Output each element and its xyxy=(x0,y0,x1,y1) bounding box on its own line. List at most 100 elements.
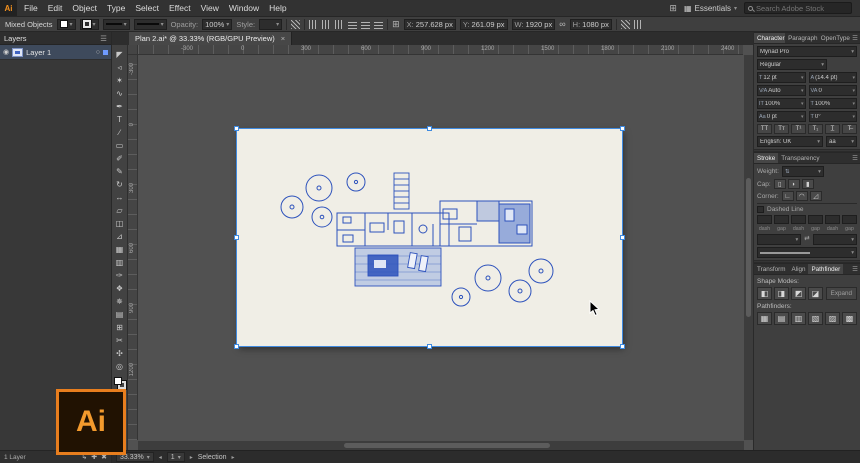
zoom-tool[interactable]: ◎ xyxy=(112,360,127,373)
tab-align[interactable]: Align xyxy=(788,264,808,274)
menu-edit[interactable]: Edit xyxy=(43,3,68,13)
style-dropdown[interactable]: ▾ xyxy=(259,18,283,30)
width-tool[interactable]: ↔ xyxy=(112,191,127,204)
menu-effect[interactable]: Effect xyxy=(164,3,196,13)
small-caps-button[interactable]: Tᴛ xyxy=(774,124,789,134)
constrain-proportions-icon[interactable]: ∞ xyxy=(559,19,565,29)
brush-definition-dropdown[interactable]: ▾ xyxy=(133,18,167,30)
align-left-icon[interactable] xyxy=(309,19,319,29)
menu-window[interactable]: Window xyxy=(224,3,264,13)
stroke-weight-stepper[interactable]: ⇅ ▾ xyxy=(781,166,824,177)
scrollbar-thumb[interactable] xyxy=(344,443,551,448)
panel-menu-icon[interactable]: ☰ xyxy=(850,264,860,274)
stepper-arrows-icon[interactable]: ⇅ xyxy=(785,169,790,175)
tab-character[interactable]: Character xyxy=(754,33,786,43)
font-style-select[interactable]: Regular ▾ xyxy=(757,59,827,70)
dash-input[interactable] xyxy=(791,215,806,224)
artboard-tool[interactable]: ⊞ xyxy=(112,321,127,334)
arrowhead-end-select[interactable]: ▾ xyxy=(812,234,858,245)
slice-tool[interactable]: ✂ xyxy=(112,334,127,347)
scrollbar-thumb[interactable] xyxy=(746,178,751,317)
layer-row[interactable]: ◉ Layer 1 ○ xyxy=(0,45,111,60)
symbol-sprayer-tool[interactable]: ✵ xyxy=(112,295,127,308)
layer-name[interactable]: Layer 1 xyxy=(26,48,51,57)
horizontal-scrollbar[interactable] xyxy=(138,441,744,450)
transform-panel-icon[interactable] xyxy=(620,19,630,29)
stroke-color-dropdown[interactable]: ▾ xyxy=(79,18,99,30)
outline-button[interactable]: ▨ xyxy=(825,312,840,325)
column-graph-tool[interactable]: ▤ xyxy=(112,308,127,321)
butt-cap-button[interactable]: ▯ xyxy=(773,179,786,189)
arrange-documents-icon[interactable]: ⊞ xyxy=(669,3,677,14)
opacity-field[interactable]: 100% ▾ xyxy=(202,18,233,30)
minus-front-button[interactable]: ◨ xyxy=(774,287,789,300)
superscript-button[interactable]: T¹ xyxy=(791,124,806,134)
height-field[interactable]: H: 1080 px xyxy=(569,18,612,30)
pencil-tool[interactable]: ✎ xyxy=(112,165,127,178)
round-cap-button[interactable]: ◗ xyxy=(787,179,800,189)
align-center-icon[interactable] xyxy=(322,19,332,29)
tab-transparency[interactable]: Transparency xyxy=(778,153,822,163)
document-tab[interactable]: Plan 2.ai* @ 33.33% (RGB/GPU Preview) × xyxy=(129,32,293,45)
trim-button[interactable]: ▤ xyxy=(774,312,789,325)
anti-alias-select[interactable]: aa ▾ xyxy=(826,136,857,147)
layers-panel-header[interactable]: Layers ☰ xyxy=(0,32,111,45)
tab-transform[interactable]: Transform xyxy=(754,264,788,274)
align-bottom-icon[interactable] xyxy=(374,19,384,29)
eyedropper-tool[interactable]: ✑ xyxy=(112,269,127,282)
dashed-line-checkbox[interactable] xyxy=(757,206,764,213)
font-size-field[interactable]: T 12 pt ▾ xyxy=(757,72,806,83)
status-menu-icon[interactable]: ▸ xyxy=(232,454,235,461)
menu-view[interactable]: View xyxy=(196,3,224,13)
blend-tool[interactable]: ❖ xyxy=(112,282,127,295)
direct-selection-tool[interactable]: ◃ xyxy=(112,61,127,74)
illustrator-app-icon[interactable]: Ai xyxy=(0,0,17,16)
bevel-join-button[interactable]: ◿ xyxy=(809,191,822,201)
artboard[interactable] xyxy=(237,129,622,346)
expand-button[interactable]: Expand xyxy=(825,287,857,300)
menu-object[interactable]: Object xyxy=(67,3,102,13)
next-artboard-icon[interactable]: ▸ xyxy=(190,454,193,461)
type-tool[interactable]: T xyxy=(112,113,127,126)
ruler-origin-corner[interactable] xyxy=(128,45,138,55)
workspace-switcher[interactable]: ▦ Essentials ▾ xyxy=(684,4,737,13)
x-position-field[interactable]: X: 257.628 px xyxy=(403,18,456,30)
menu-help[interactable]: Help xyxy=(264,3,291,13)
search-input[interactable] xyxy=(756,3,848,13)
dash-input[interactable] xyxy=(808,215,823,224)
dash-input[interactable] xyxy=(774,215,789,224)
tracking-field[interactable]: VA 0 ▾ xyxy=(808,85,857,96)
paintbrush-tool[interactable]: ✐ xyxy=(112,152,127,165)
artboard-navigation-select[interactable]: 1 ▾ xyxy=(166,452,185,462)
align-right-icon[interactable] xyxy=(335,19,345,29)
tab-stroke[interactable]: Stroke xyxy=(754,153,779,163)
lasso-tool[interactable]: ∿ xyxy=(112,87,127,100)
miter-join-button[interactable]: ∟ xyxy=(781,191,794,201)
panel-menu-icon[interactable]: ☰ xyxy=(850,153,860,163)
width-field[interactable]: W: 1920 px xyxy=(511,18,556,30)
merge-button[interactable]: ▥ xyxy=(791,312,806,325)
horizontal-scale-field[interactable]: T 100% ▾ xyxy=(808,98,857,109)
swap-arrowheads-icon[interactable]: ⇄ xyxy=(804,234,809,245)
fill-proxy[interactable] xyxy=(113,377,122,385)
dash-input[interactable] xyxy=(757,215,772,224)
baseline-shift-field[interactable]: Aa 0 pt ▾ xyxy=(757,111,806,122)
perspective-grid-tool[interactable]: ⊿ xyxy=(112,230,127,243)
line-segment-tool[interactable]: ∕ xyxy=(112,126,127,139)
stroke-weight-dropdown[interactable]: ▾ xyxy=(102,18,130,30)
close-tab-icon[interactable]: × xyxy=(281,34,285,43)
panel-menu-icon[interactable]: ☰ xyxy=(850,33,860,43)
reference-point-icon[interactable]: ⊞ xyxy=(392,19,400,30)
tab-opentype[interactable]: OpenType xyxy=(818,33,850,43)
ruler-top[interactable]: -300 0 300 600 900 1200 1500 1800 2100 2400 xyxy=(138,45,743,55)
ruler-left[interactable]: -300 0 300 600 900 1200 xyxy=(128,55,138,440)
magic-wand-tool[interactable]: ✶ xyxy=(112,74,127,87)
align-middle-icon[interactable] xyxy=(361,19,371,29)
character-rotation-field[interactable]: T 0° ▾ xyxy=(808,111,857,122)
menu-select[interactable]: Select xyxy=(130,3,164,13)
mesh-tool[interactable]: ▦ xyxy=(112,243,127,256)
align-top-icon[interactable] xyxy=(348,19,358,29)
canvas[interactable]: -300 0 300 600 900 1200 1500 1800 2100 2400 -300 0… xyxy=(128,45,753,450)
y-position-field[interactable]: Y: 261.09 px xyxy=(459,18,508,30)
gradient-tool[interactable]: ▥ xyxy=(112,256,127,269)
